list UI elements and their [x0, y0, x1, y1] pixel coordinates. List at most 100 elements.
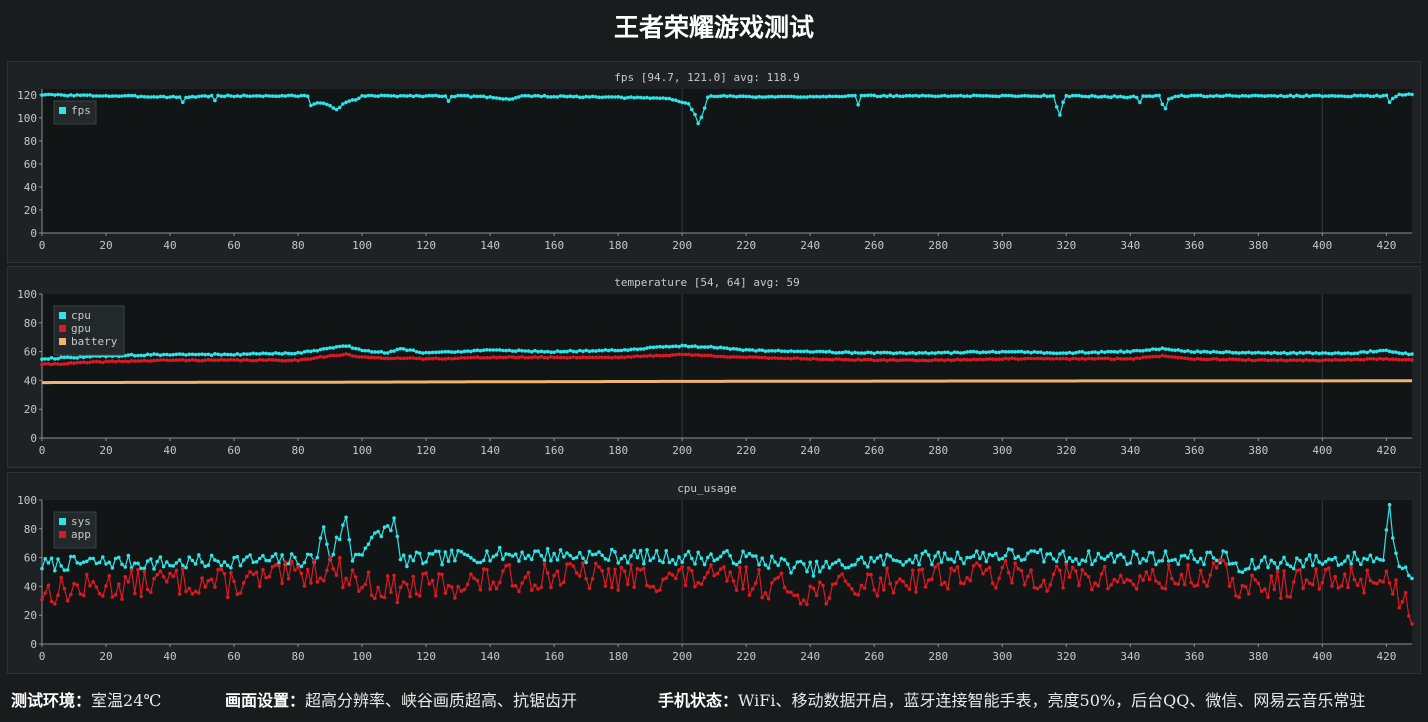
sys-point: [984, 559, 989, 564]
x-tick-label: 120: [416, 650, 436, 663]
gpu-point: [1170, 355, 1174, 359]
cpu-point: [485, 348, 489, 352]
app-point: [401, 580, 406, 584]
sys-point: [408, 554, 412, 559]
cpu-point: [1109, 349, 1113, 354]
sys-point: [139, 566, 143, 571]
fps-point: [760, 95, 764, 99]
fps-point: [1010, 94, 1014, 98]
fps-point: [968, 94, 973, 99]
gpu-point: [693, 353, 697, 357]
gpu-point: [552, 355, 556, 360]
cpu-point: [1112, 349, 1117, 354]
app-point: [1266, 595, 1270, 599]
sys-point: [1224, 550, 1229, 555]
fps-point: [1048, 94, 1053, 98]
app-point: [581, 561, 585, 565]
gpu-point: [968, 358, 973, 362]
app-point: [722, 565, 726, 569]
fps-point: [1150, 94, 1155, 99]
cpu-point: [181, 352, 185, 357]
fps-point: [1147, 94, 1152, 98]
gpu-point: [513, 355, 518, 360]
gpu-point: [1192, 357, 1197, 362]
x-tick-label: 60: [227, 650, 240, 663]
app-point: [1189, 580, 1193, 585]
fps-point: [1157, 93, 1161, 98]
gpu-point: [299, 357, 304, 362]
app-point: [792, 593, 796, 598]
fps-point: [267, 94, 272, 98]
sys-point: [1003, 553, 1008, 558]
x-tick-label: 280: [928, 444, 948, 457]
gpu-point: [504, 355, 508, 360]
app-point: [706, 570, 710, 575]
gpu-point: [481, 356, 486, 360]
cpu-point: [1125, 349, 1129, 354]
sys-point: [1400, 566, 1405, 571]
fps-point: [555, 95, 560, 99]
app-point: [1375, 581, 1379, 586]
fps-point: [433, 93, 438, 98]
cpu-point: [837, 350, 841, 355]
cpu-point: [629, 347, 633, 352]
app-point: [1083, 572, 1088, 576]
app-point: [741, 587, 745, 591]
sys-point: [1378, 557, 1382, 562]
gpu-point: [1070, 356, 1075, 361]
legend: cpugpubattery: [53, 305, 125, 356]
app-point: [632, 585, 636, 589]
fps-point: [261, 94, 265, 99]
app-point: [738, 565, 742, 570]
app-point: [353, 575, 358, 579]
app-point: [654, 589, 659, 594]
sys-point: [699, 556, 704, 561]
x-tick-label: 380: [1248, 444, 1268, 457]
app-point: [779, 571, 784, 576]
gpu-point: [981, 357, 985, 362]
cpu-point: [1397, 351, 1401, 355]
gpu-point: [683, 352, 688, 357]
sys-point: [1307, 553, 1312, 557]
sys-point: [456, 548, 460, 553]
sys-point: [437, 549, 441, 554]
app-point: [1173, 581, 1177, 586]
gpu-point: [658, 353, 662, 358]
app-point: [693, 584, 697, 589]
app-point: [1214, 566, 1219, 570]
app-point: [229, 570, 233, 575]
fps-point: [478, 94, 483, 99]
sys-point: [738, 560, 742, 564]
sys-point: [597, 550, 601, 554]
fps-point: [491, 95, 496, 100]
fps-point: [1166, 97, 1171, 101]
fps-point: [1064, 93, 1069, 98]
app-point: [485, 567, 489, 572]
cpu-point: [65, 355, 70, 359]
fps-point: [504, 97, 508, 101]
app-point: [869, 572, 873, 577]
cpu-point: [177, 352, 182, 356]
sys-point: [133, 561, 137, 565]
sys-point: [824, 559, 828, 564]
cpu-point: [350, 346, 355, 350]
cpu-point: [526, 349, 531, 353]
cpu-point: [658, 344, 662, 349]
gpu-point: [392, 356, 396, 361]
fps-point: [878, 94, 883, 99]
gpu-point: [1096, 356, 1101, 361]
cpu-usage-chart: cpu_usage0 20 40 60 80 100 120 140 160 180 200 220 2…: [17, 482, 1414, 663]
sys-point: [117, 555, 121, 560]
sys-point: [1122, 555, 1126, 560]
app-point: [1058, 568, 1062, 573]
fps-point: [606, 95, 611, 99]
gpu-point: [856, 357, 860, 362]
sys-point: [770, 554, 774, 559]
cpu-point: [984, 350, 989, 355]
gpu-point: [616, 355, 620, 360]
app-point: [702, 576, 707, 580]
fps-point: [273, 94, 278, 98]
fps-point: [1163, 106, 1168, 111]
sys-point: [337, 537, 342, 542]
fps-point: [411, 94, 416, 99]
